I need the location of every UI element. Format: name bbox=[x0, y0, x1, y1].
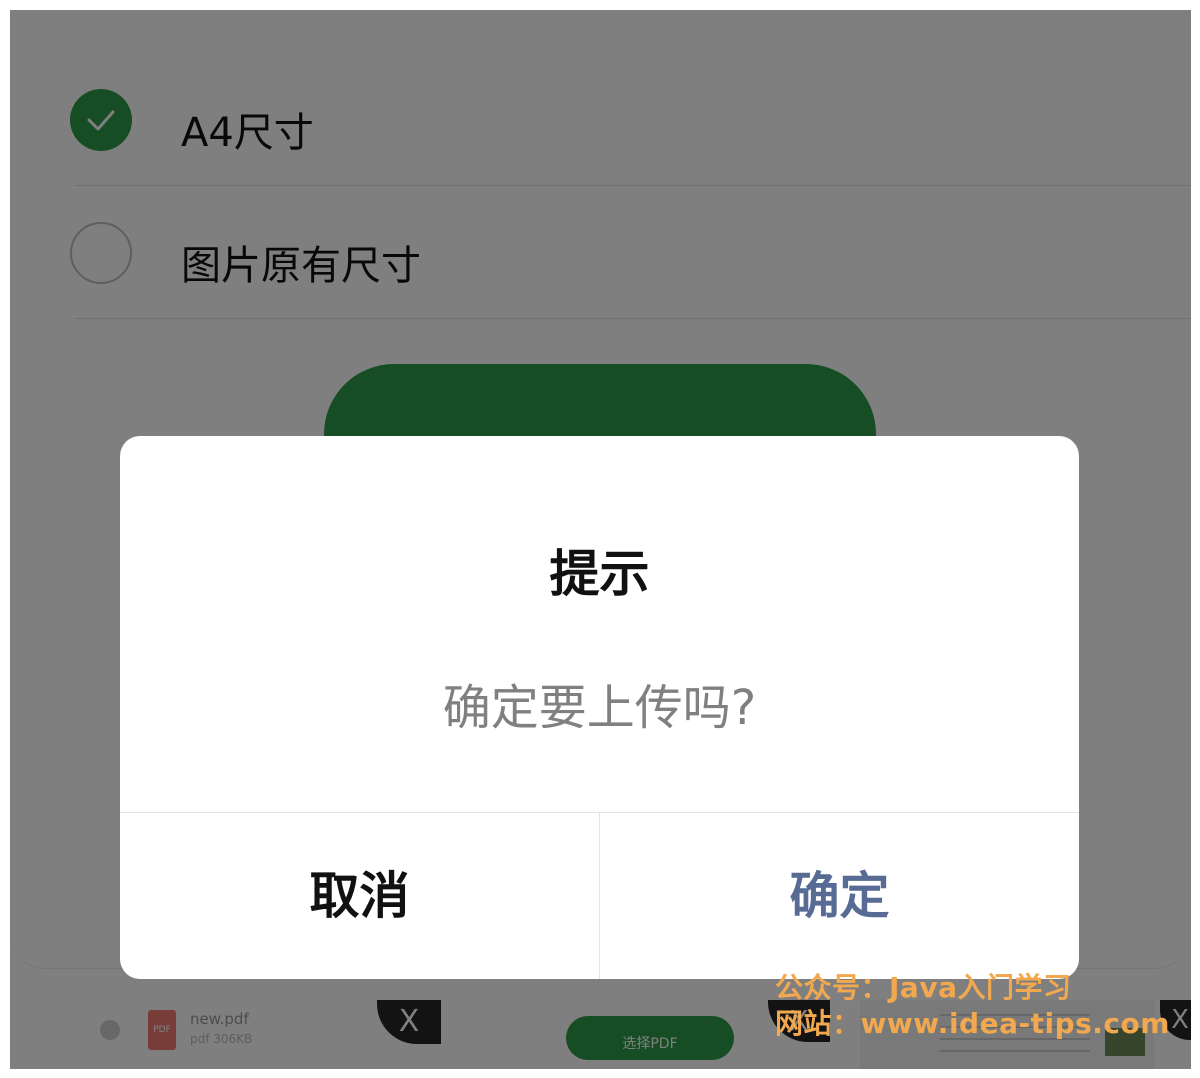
watermark-line: 网站：www.idea-tips.com bbox=[775, 1007, 1170, 1040]
confirm-dialog: 提示 确定要上传吗? 取消 确定 bbox=[120, 436, 1079, 979]
watermark-line: 公众号：Java入门学习 bbox=[775, 971, 1072, 1004]
app-screen: A4尺寸 图片原有尺寸 PDF new.pdf pdf 306KB X 选择PD… bbox=[10, 10, 1191, 1069]
dialog-title: 提示 bbox=[549, 545, 650, 603]
dialog-message: 确定要上传吗? bbox=[442, 680, 757, 736]
confirm-button[interactable]: 确定 bbox=[600, 813, 1079, 979]
cancel-button[interactable]: 取消 bbox=[120, 813, 599, 979]
